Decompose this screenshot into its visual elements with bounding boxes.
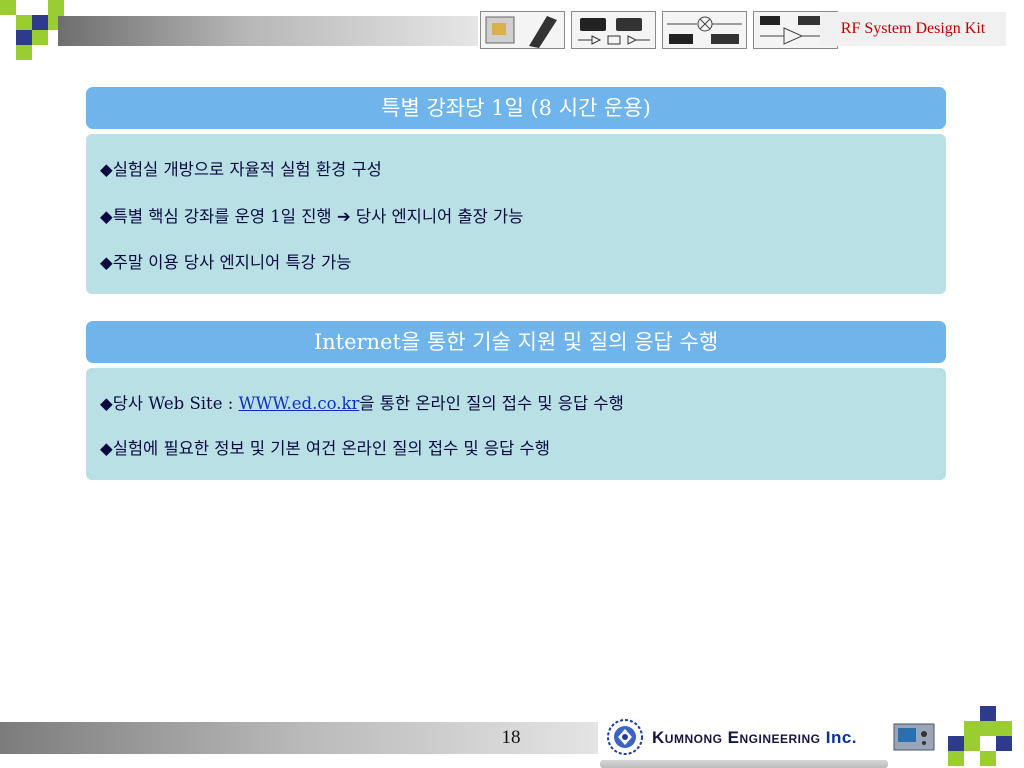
rf-mixer-schematic-icon xyxy=(662,11,747,49)
section1-item: ◆주말 이용 당사 엔지니어 특강 가능 xyxy=(100,253,352,272)
rf-chip-photo-icon xyxy=(571,11,656,49)
website-suffix: 을 통한 온라인 질의 접수 및 응답 수행 xyxy=(359,394,624,413)
header-thumbnails xyxy=(480,11,838,49)
company-suffix: Inc. xyxy=(825,728,858,747)
rf-module-photo-icon xyxy=(480,11,565,49)
section2-panel: ◆당사 Web Site : WWW.ed.co.kr을 통한 온라인 질의 접… xyxy=(86,368,946,480)
section1-item: ◆실험실 개방으로 자율적 실험 환경 구성 xyxy=(100,160,382,179)
section1-title: 특별 강좌당 1일 (8 시간 운용) xyxy=(86,87,946,129)
header-gradient-bar xyxy=(58,16,478,46)
section1-panel: ◆실험실 개방으로 자율적 실험 환경 구성 ◆특별 핵심 강좌를 운영 1일 … xyxy=(86,134,946,294)
company-logo-underline xyxy=(600,760,888,768)
page-number: 18 xyxy=(501,727,521,748)
website-prefix: ◆당사 Web Site : xyxy=(100,394,239,413)
section1-item: ◆특별 핵심 강좌를 운영 1일 진행 ➔ 당사 엔지니어 출장 가능 xyxy=(100,207,524,226)
website-link[interactable]: WWW.ed.co.kr xyxy=(239,394,360,413)
company-name-text: Kumnong Engineering xyxy=(652,728,821,747)
section2-item: ◆실험에 필요한 정보 및 기본 여건 온라인 질의 접수 및 응답 수행 xyxy=(100,439,550,458)
kit-title: RF System Design Kit xyxy=(820,12,1006,46)
company-name: Kumnong Engineering Inc. xyxy=(652,722,857,754)
test-equipment-icon xyxy=(893,723,935,751)
company-emblem-icon xyxy=(607,719,643,755)
footer-checker-logo xyxy=(948,706,1024,768)
section2-item-website: ◆당사 Web Site : WWW.ed.co.kr을 통한 온라인 질의 접… xyxy=(100,390,624,414)
section2-title: Internet을 통한 기술 지원 및 질의 응답 수행 xyxy=(86,321,946,363)
